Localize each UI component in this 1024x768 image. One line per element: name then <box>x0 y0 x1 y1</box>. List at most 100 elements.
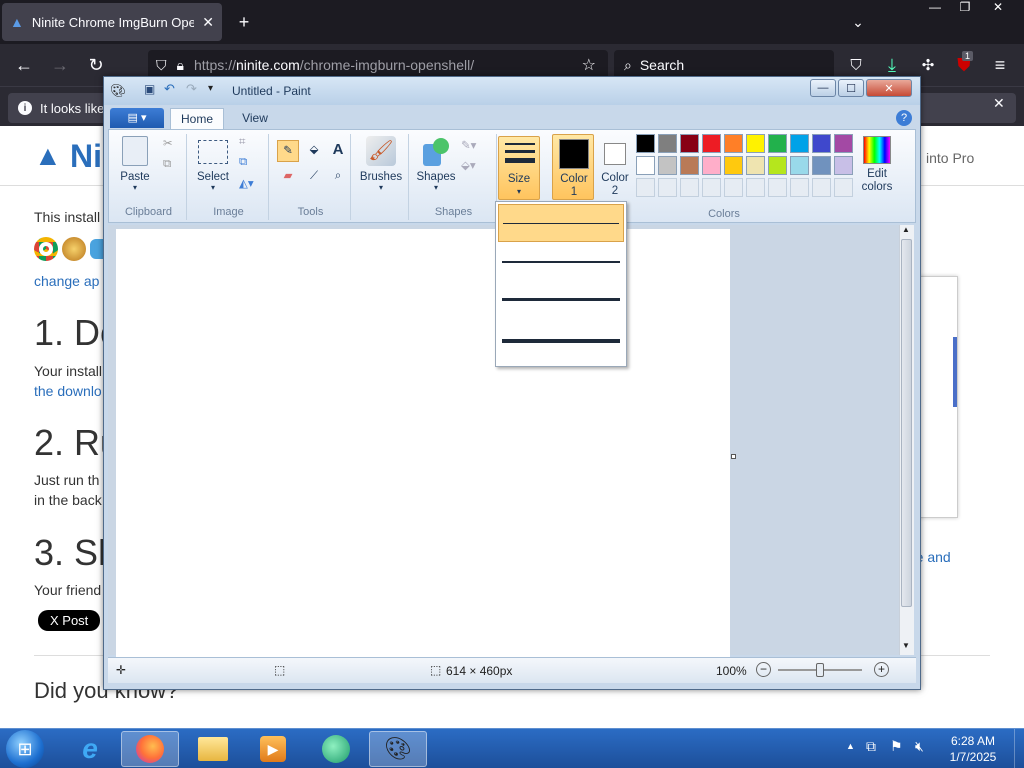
show-hidden-icons[interactable]: ▲ <box>846 741 855 751</box>
browser-tab-active[interactable]: ▲ Ninite Chrome ImgBurn Open ✕ <box>2 3 222 41</box>
crop-icon[interactable]: ⌗ <box>239 136 245 149</box>
zoom-out-icon[interactable]: − <box>756 662 771 677</box>
palette-color-swatch[interactable] <box>790 134 809 153</box>
nav-pro-link[interactable]: into Pro <box>926 150 974 166</box>
color-picker-icon[interactable]: ⟋ <box>303 166 325 188</box>
palette-color-swatch[interactable] <box>746 156 765 175</box>
color2-button[interactable]: Color 2 <box>598 134 638 200</box>
palette-color-swatch[interactable] <box>768 156 787 175</box>
size-option-5px[interactable] <box>498 282 624 320</box>
scroll-up-icon[interactable]: ▲ <box>902 225 910 234</box>
network-icon[interactable]: ⧉ <box>866 738 876 755</box>
palette-color-swatch[interactable] <box>724 156 743 175</box>
size-option-3px[interactable] <box>498 244 624 280</box>
volume-muted-icon[interactable]: 🔇︎ <box>915 738 924 755</box>
window-minimize-button[interactable]: — <box>920 0 950 18</box>
customize-qat-icon[interactable]: ▾ <box>208 83 213 94</box>
window-restore-button[interactable]: ❐ <box>950 0 980 18</box>
brushes-button[interactable]: 🖌︎ Brushes ▾ <box>355 136 407 192</box>
taskbar-app[interactable] <box>307 731 365 767</box>
start-button[interactable]: ⊞ <box>6 730 44 768</box>
forward-button[interactable]: → <box>45 50 75 80</box>
select-button[interactable]: Select ▾ <box>193 136 233 192</box>
outline-icon[interactable]: ✎▾ <box>461 138 476 152</box>
palette-color-swatch[interactable] <box>702 134 721 153</box>
tab-home[interactable]: Home <box>170 108 224 130</box>
custom-color-slot[interactable] <box>636 178 655 197</box>
new-tab-button[interactable]: + <box>229 7 259 37</box>
bookmark-star-icon[interactable]: ☆ <box>582 55 596 75</box>
rotate-icon[interactable]: ◭▾ <box>239 176 254 190</box>
palette-color-swatch[interactable] <box>790 156 809 175</box>
custom-color-slot[interactable] <box>746 178 765 197</box>
paint-minimize-button[interactable]: — <box>810 79 836 97</box>
palette-color-swatch[interactable] <box>812 134 831 153</box>
help-icon[interactable]: ? <box>896 110 912 126</box>
drawing-canvas[interactable] <box>116 229 730 657</box>
close-tab-icon[interactable]: ✕ <box>202 14 214 31</box>
change-apps-link[interactable]: change ap <box>34 273 99 289</box>
edit-colors-button[interactable]: Edit colors <box>855 134 899 200</box>
size-option-8px[interactable] <box>498 322 624 362</box>
taskbar-ie[interactable]: e <box>61 731 119 767</box>
magnifier-icon[interactable]: ⌕ <box>327 166 349 188</box>
paint-close-button[interactable]: ✕ <box>866 79 912 97</box>
scroll-thumb[interactable] <box>901 239 912 607</box>
palette-color-swatch[interactable] <box>834 134 853 153</box>
palette-color-swatch[interactable] <box>658 156 677 175</box>
palette-color-swatch[interactable] <box>702 156 721 175</box>
menu-icon[interactable]: ≡ <box>985 50 1015 80</box>
back-button[interactable]: ← <box>9 50 39 80</box>
size-option-1px[interactable] <box>498 204 624 242</box>
undo-icon[interactable]: ↶ <box>164 81 175 97</box>
shapes-button[interactable]: Shapes ▾ <box>413 136 459 192</box>
custom-color-slot[interactable] <box>768 178 787 197</box>
palette-color-swatch[interactable] <box>834 156 853 175</box>
tracking-shield-icon[interactable]: ⛉ <box>156 57 167 74</box>
custom-color-slot[interactable] <box>790 178 809 197</box>
custom-color-slot[interactable] <box>702 178 721 197</box>
list-all-tabs-button[interactable]: ⌄ <box>843 7 873 37</box>
palette-color-swatch[interactable] <box>636 134 655 153</box>
clock[interactable]: 6:28 AM 1/7/2025 <box>942 733 1004 765</box>
close-notification-icon[interactable]: ✕ <box>993 95 1005 112</box>
site-logo-text[interactable]: Ni <box>70 138 102 175</box>
taskbar-explorer[interactable] <box>184 731 242 767</box>
custom-color-slot[interactable] <box>658 178 677 197</box>
taskbar-paint[interactable]: 🎨︎ <box>369 731 427 767</box>
size-button[interactable]: Size ▾ <box>498 136 540 200</box>
palette-color-swatch[interactable] <box>680 156 699 175</box>
window-close-button[interactable]: ✕ <box>980 0 1016 18</box>
vertical-scrollbar[interactable]: ▲ ▼ <box>899 225 914 655</box>
lock-icon[interactable]: 🔒︎ <box>177 57 184 74</box>
paint-menu-button[interactable]: ▤ ▾ <box>110 108 164 128</box>
scroll-down-icon[interactable]: ▼ <box>902 641 910 650</box>
pencil-tool-icon[interactable]: ✎ <box>277 140 299 162</box>
palette-color-swatch[interactable] <box>658 134 677 153</box>
zoom-slider-thumb[interactable] <box>816 663 824 677</box>
zoom-in-icon[interactable]: + <box>874 662 889 677</box>
action-center-flag-icon[interactable]: ⚑ <box>890 738 903 755</box>
redo-icon[interactable]: ↷ <box>186 81 197 97</box>
paste-button[interactable]: Paste ▾ <box>115 136 155 192</box>
text-tool-icon[interactable]: A <box>327 140 349 162</box>
fill-icon[interactable]: ⬙▾ <box>461 158 476 172</box>
taskbar-firefox[interactable] <box>121 731 179 767</box>
custom-color-slot[interactable] <box>812 178 831 197</box>
palette-color-swatch[interactable] <box>636 156 655 175</box>
palette-color-swatch[interactable] <box>768 134 787 153</box>
tab-view[interactable]: View <box>230 108 280 128</box>
fill-tool-icon[interactable]: ⬙ <box>303 140 325 162</box>
x-post-button[interactable]: X Post <box>38 610 101 631</box>
paint-maximize-button[interactable]: ☐ <box>838 79 864 97</box>
resize-icon[interactable]: ⧉ <box>239 156 247 169</box>
paint-app-icon[interactable]: 🎨︎ <box>110 83 127 99</box>
custom-color-slot[interactable] <box>834 178 853 197</box>
cut-icon[interactable]: ✂ <box>163 136 173 150</box>
palette-color-swatch[interactable] <box>746 134 765 153</box>
color1-button[interactable]: Color 1 <box>552 134 594 200</box>
custom-color-slot[interactable] <box>724 178 743 197</box>
save-icon[interactable]: ▣ <box>144 82 155 96</box>
eraser-tool-icon[interactable]: ▰ <box>277 166 299 188</box>
taskbar-media-player[interactable]: ▶ <box>244 731 302 767</box>
